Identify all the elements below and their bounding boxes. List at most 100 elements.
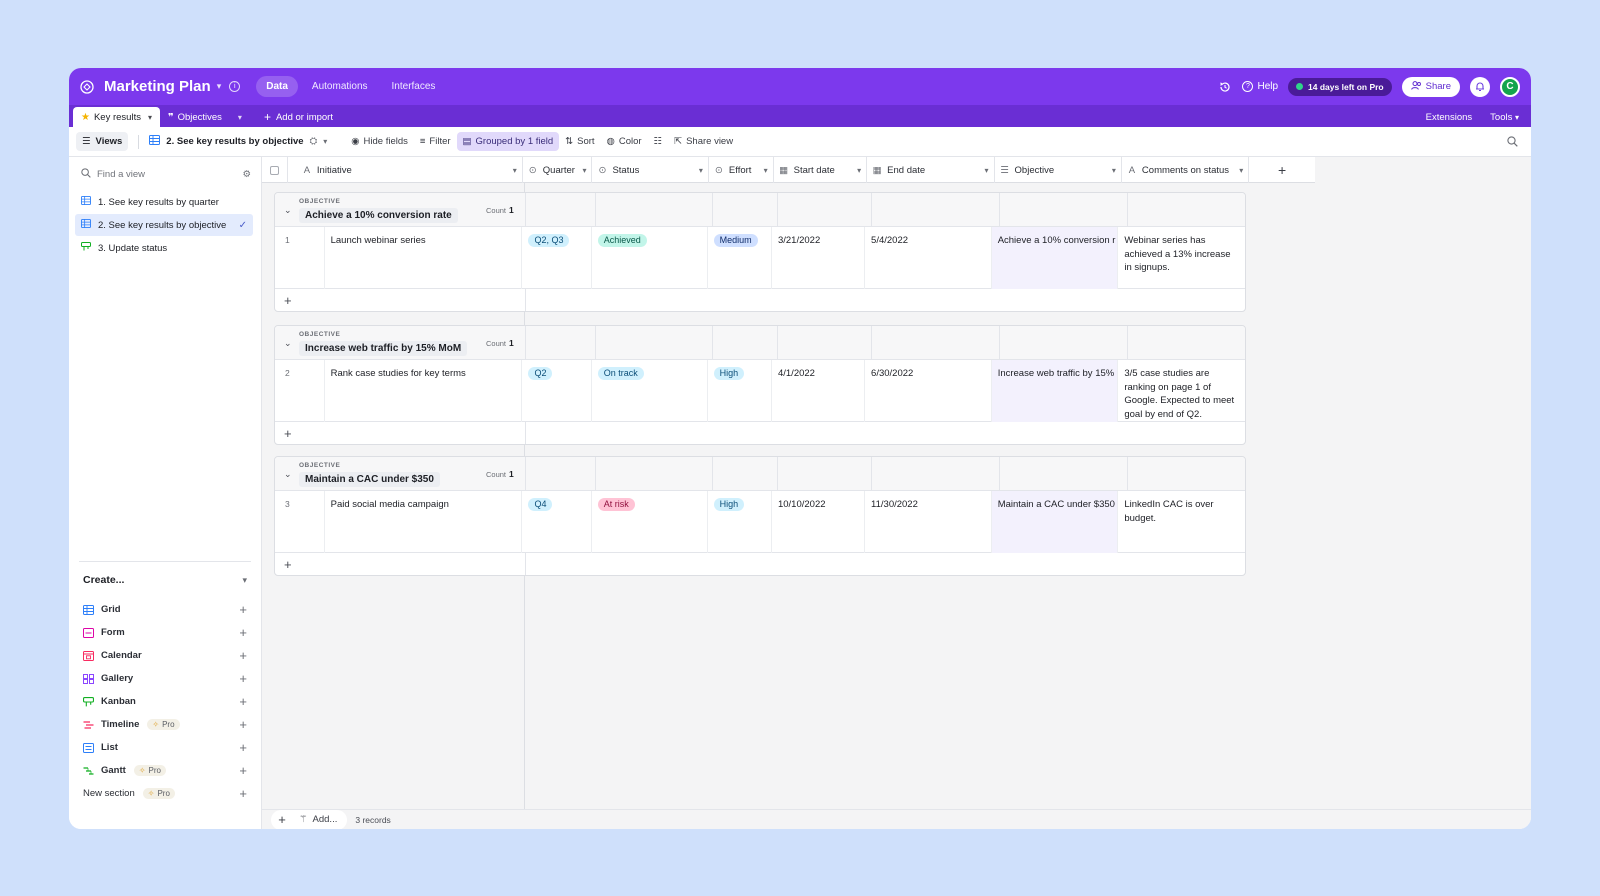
cell-comments[interactable]: LinkedIn CAC is over budget.: [1118, 491, 1245, 553]
gear-icon[interactable]: ⚙: [242, 169, 251, 180]
search-icon[interactable]: [1505, 135, 1519, 149]
base-icon[interactable]: [80, 79, 94, 94]
chevron-down-icon[interactable]: ▾: [217, 81, 222, 92]
column-initiative[interactable]: A Initiative ▾: [288, 157, 523, 183]
column-effort[interactable]: ⊙ Effort ▾: [709, 157, 774, 183]
table-row[interactable]: 2 Rank case studies for key terms Q2 On …: [275, 360, 1245, 422]
cell-objective[interactable]: Maintain a CAC under $350: [991, 491, 1119, 553]
column-objective[interactable]: ☰ Objective ▾: [995, 157, 1122, 183]
select-all-checkbox[interactable]: [269, 165, 279, 175]
add-record-row[interactable]: +: [275, 553, 1245, 575]
chevron-down-icon[interactable]: ⌄: [284, 469, 292, 480]
cell-initiative[interactable]: Launch webinar series: [325, 227, 523, 289]
cell-effort[interactable]: High: [708, 491, 772, 553]
find-view-input[interactable]: Find a view ⚙: [81, 165, 251, 183]
tab-key-results[interactable]: ★ Key results ▾: [73, 107, 160, 127]
chevron-down-icon[interactable]: ⌄: [284, 205, 292, 216]
column-start-date[interactable]: ▦ Start date ▾: [774, 157, 868, 183]
add-record-row[interactable]: +: [275, 289, 1245, 311]
cell-objective[interactable]: Increase web traffic by 15%: [991, 360, 1119, 422]
plus-icon[interactable]: +: [239, 671, 247, 686]
chevron-down-icon[interactable]: ▾: [148, 113, 152, 122]
create-list-view[interactable]: List +: [83, 736, 247, 759]
cell-objective[interactable]: Achieve a 10% conversion r: [991, 227, 1119, 289]
column-end-date[interactable]: ▦ End date ▾: [867, 157, 995, 183]
group-header[interactable]: ⌄ OBJECTIVE Increase web traffic by 15% …: [275, 326, 1245, 360]
add-record-row[interactable]: +: [275, 422, 1245, 444]
column-quarter[interactable]: ⊙ Quarter ▾: [523, 157, 593, 183]
color-button[interactable]: ◍ Color: [601, 132, 648, 151]
cell-initiative[interactable]: Paid social media campaign: [325, 491, 523, 553]
table-row[interactable]: 1 Launch webinar series Q2, Q3 Achieved …: [275, 227, 1245, 289]
plus-icon[interactable]: +: [239, 786, 247, 801]
cell-status[interactable]: At risk: [592, 491, 708, 553]
share-view-button[interactable]: ⇱ Share view: [668, 132, 739, 151]
create-form[interactable]: Form +: [83, 621, 247, 644]
cell-start-date[interactable]: 3/21/2022: [772, 227, 866, 289]
plus-icon[interactable]: +: [239, 602, 247, 617]
cell-start-date[interactable]: 10/10/2022: [772, 491, 866, 553]
plus-icon[interactable]: +: [239, 717, 247, 732]
cell-quarter[interactable]: Q2: [522, 360, 592, 422]
plus-icon[interactable]: +: [239, 763, 247, 778]
chevron-down-icon[interactable]: ▾: [985, 166, 989, 175]
plus-icon[interactable]: +: [239, 740, 247, 755]
group-header[interactable]: ⌄ OBJECTIVE Maintain a CAC under $350 Co…: [275, 457, 1245, 491]
chevron-down-icon[interactable]: ▾: [513, 166, 517, 175]
help-button[interactable]: ? Help: [1242, 81, 1278, 92]
group-header[interactable]: ⌄ OBJECTIVE Achieve a 10% conversion rat…: [275, 193, 1245, 227]
cell-comments[interactable]: 3/5 case studies are ranking on page 1 o…: [1118, 360, 1245, 422]
create-section-header[interactable]: Create... ▾: [83, 574, 247, 586]
cell-status[interactable]: Achieved: [592, 227, 708, 289]
create-gallery[interactable]: Gallery +: [83, 667, 247, 690]
create-new-section[interactable]: New section ✧ Pro +: [83, 782, 247, 805]
nav-data[interactable]: Data: [256, 76, 298, 97]
create-calendar[interactable]: Calendar +: [83, 644, 247, 667]
table-row[interactable]: 3 Paid social media campaign Q4 At risk …: [275, 491, 1245, 553]
plus-icon[interactable]: +: [239, 694, 247, 709]
add-field-button[interactable]: +: [1249, 157, 1315, 183]
chevron-down-icon[interactable]: ▾: [699, 166, 703, 175]
plus-icon[interactable]: +: [239, 648, 247, 663]
filter-button[interactable]: ≡ Filter: [414, 132, 457, 151]
group-button[interactable]: ▤ Grouped by 1 field: [456, 132, 560, 151]
create-timeline[interactable]: Timeline ✧ Pro +: [83, 713, 247, 736]
base-title[interactable]: Marketing Plan: [104, 78, 211, 95]
cell-effort[interactable]: Medium: [708, 227, 772, 289]
cell-end-date[interactable]: 6/30/2022: [865, 360, 992, 422]
chevron-down-icon[interactable]: ▾: [1112, 166, 1116, 175]
chevron-down-icon[interactable]: ▾: [582, 166, 586, 175]
share-button[interactable]: Share: [1401, 76, 1460, 97]
cell-quarter[interactable]: Q4: [522, 491, 592, 553]
cell-comments[interactable]: Webinar series has achieved a 13% increa…: [1118, 227, 1245, 289]
cell-status[interactable]: On track: [592, 360, 708, 422]
column-status[interactable]: ⊙ Status ▾: [592, 157, 709, 183]
trial-badge[interactable]: 14 days left on Pro: [1288, 77, 1392, 96]
sidebar-view-2[interactable]: 2. See key results by objective ✓: [75, 214, 253, 236]
hide-fields-button[interactable]: ◉ Hide fields: [345, 132, 414, 151]
select-all-cell[interactable]: [262, 157, 288, 183]
sidebar-view-1[interactable]: 1. See key results by quarter: [75, 191, 253, 213]
cell-end-date[interactable]: 5/4/2022: [865, 227, 992, 289]
nav-interfaces[interactable]: Interfaces: [382, 76, 446, 97]
history-icon[interactable]: [1218, 80, 1232, 94]
tab-objectives[interactable]: ❞ Objectives: [160, 107, 230, 127]
create-gantt[interactable]: Gantt ✧ Pro +: [83, 759, 247, 782]
cell-start-date[interactable]: 4/1/2022: [772, 360, 866, 422]
current-view-switcher[interactable]: 2. See key results by objective ⛭ ▾: [149, 135, 327, 148]
sort-button[interactable]: ⇅ Sort: [559, 132, 600, 151]
avatar[interactable]: C: [1500, 76, 1520, 97]
extensions-button[interactable]: Extensions: [1426, 112, 1472, 123]
add-record-button[interactable]: +: [271, 809, 293, 829]
nav-automations[interactable]: Automations: [302, 76, 378, 97]
create-kanban[interactable]: Kanban +: [83, 690, 247, 713]
cell-end-date[interactable]: 11/30/2022: [865, 491, 992, 553]
plus-icon[interactable]: +: [239, 625, 247, 640]
chevron-down-icon[interactable]: ⌄: [284, 338, 292, 349]
info-icon[interactable]: i: [229, 81, 241, 92]
sidebar-view-3[interactable]: 3. Update status: [75, 237, 253, 259]
cell-effort[interactable]: High: [708, 360, 772, 422]
chevron-down-icon[interactable]: ▾: [764, 166, 768, 175]
add-or-import-button[interactable]: + Add or import: [250, 107, 341, 127]
cell-initiative[interactable]: Rank case studies for key terms: [325, 360, 523, 422]
